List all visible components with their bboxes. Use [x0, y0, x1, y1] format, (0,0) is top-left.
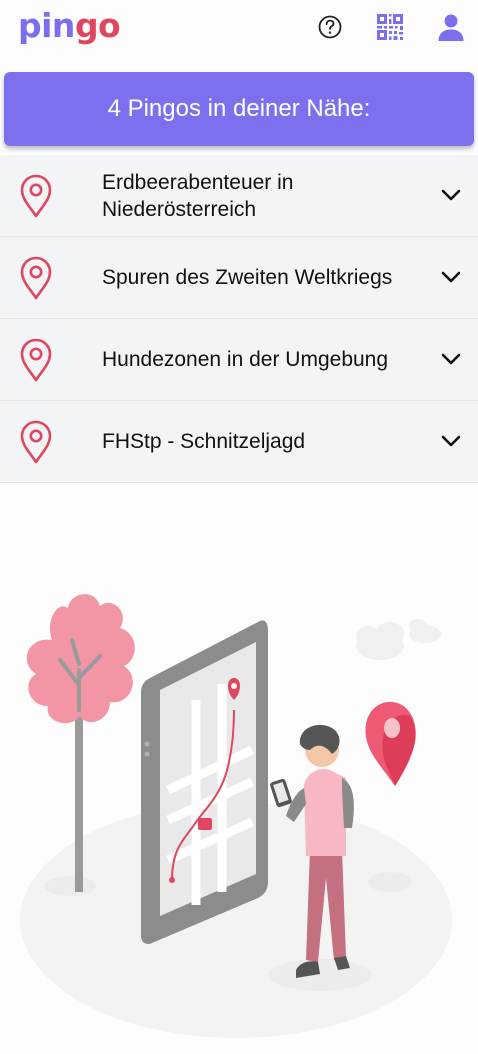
- map-pin-icon: [20, 420, 52, 464]
- map-pin-icon: [20, 338, 52, 382]
- list-item-title: Hundezonen in der Umgebung: [102, 348, 389, 371]
- help-icon[interactable]: [315, 12, 345, 42]
- chevron-down-icon[interactable]: [440, 267, 462, 287]
- pingo-list: Erdbeerabenteuer in Niederösterreich Spu…: [0, 155, 478, 483]
- list-item-title: Spuren des Zweiten Weltkriegs: [102, 266, 393, 289]
- map-pin-icon: [20, 256, 52, 300]
- map-navigation-illustration: [20, 594, 452, 1038]
- user-icon[interactable]: [436, 12, 466, 42]
- list-item[interactable]: Hundezonen in der Umgebung: [0, 319, 478, 401]
- list-item[interactable]: Spuren des Zweiten Weltkriegs: [0, 237, 478, 319]
- banner-text: 4 Pingos in deiner Nähe:: [107, 95, 371, 122]
- list-item-title: Erdbeerabenteuer in Niederösterreich: [102, 170, 294, 221]
- app-header: pingo: [0, 0, 478, 62]
- map-pin-icon: [20, 174, 52, 218]
- phone-illustration: [141, 620, 268, 945]
- list-item[interactable]: Erdbeerabenteuer in Niederösterreich: [0, 155, 478, 237]
- chevron-down-icon[interactable]: [440, 431, 462, 451]
- cloud-icon: [356, 619, 441, 660]
- qr-code-icon[interactable]: [375, 12, 405, 42]
- nearby-pingos-banner: 4 Pingos in deiner Nähe:: [4, 72, 474, 146]
- list-item-title: FHStp - Schnitzeljagd: [102, 430, 306, 453]
- list-item[interactable]: FHStp - Schnitzeljagd: [0, 401, 478, 483]
- location-pin-illustration: [365, 701, 416, 786]
- chevron-down-icon[interactable]: [440, 185, 462, 205]
- pingo-logo[interactable]: pingo: [18, 4, 121, 48]
- chevron-down-icon[interactable]: [440, 349, 462, 369]
